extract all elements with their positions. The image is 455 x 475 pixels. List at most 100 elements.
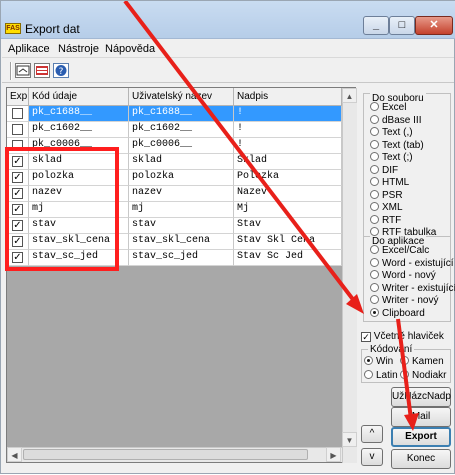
- radio-do_souboru-0[interactable]: Excel: [370, 102, 406, 114]
- radio-do_souboru-1[interactable]: dBase III: [370, 114, 421, 127]
- radio-icon: [364, 356, 373, 365]
- cell-name[interactable]: pk_c0006__: [129, 138, 234, 154]
- cell-name[interactable]: sklad: [129, 154, 234, 170]
- row-checkbox-cell[interactable]: [7, 122, 29, 138]
- group-kodovani-label: Kódování: [368, 344, 415, 355]
- radio-do_souboru-9[interactable]: RTF: [370, 214, 401, 227]
- cell-title[interactable]: Nazev: [234, 186, 342, 202]
- header-exp[interactable]: Exp: [7, 88, 29, 106]
- radio-label: Text (,): [382, 127, 413, 138]
- radio-do_souboru-2[interactable]: Text (,): [370, 127, 413, 139]
- group-kodovani: Kódování Win Kamen Latin Nodiakr: [361, 344, 451, 383]
- cell-name[interactable]: pk_c1688__: [129, 106, 234, 122]
- radio-do_souboru-5[interactable]: DIF: [370, 164, 399, 177]
- encoding-kamen[interactable]: Kamen: [400, 356, 444, 368]
- encoding-win[interactable]: Win: [364, 356, 393, 368]
- radio-do_aplikace-3[interactable]: Writer - existující: [370, 282, 455, 295]
- export-icon[interactable]: [15, 63, 31, 78]
- scroll-down-icon[interactable]: ▼: [342, 432, 357, 447]
- horizontal-scrollbar[interactable]: ◀ ▶: [7, 447, 342, 462]
- row-checkbox-cell[interactable]: [7, 106, 29, 122]
- cell-name[interactable]: nazev: [129, 186, 234, 202]
- radio-icon: [400, 356, 409, 365]
- menu-napoveda[interactable]: Nápověda: [105, 43, 155, 55]
- radio-do_aplikace-2[interactable]: Word - nový: [370, 270, 436, 282]
- export-button[interactable]: Export: [391, 427, 451, 447]
- check-icon: ✓: [361, 332, 371, 342]
- cell-title[interactable]: Mj: [234, 202, 342, 218]
- cell-name[interactable]: stav_sc_jed: [129, 250, 234, 266]
- cell-name[interactable]: pk_c1602__: [129, 122, 234, 138]
- cell-title[interactable]: Stav: [234, 218, 342, 234]
- title-bar[interactable]: FAS Export dat _ □ ✕: [1, 1, 455, 39]
- radio-label: DIF: [382, 164, 399, 176]
- header-kod[interactable]: Kód údaje: [29, 88, 129, 106]
- encoding-latin[interactable]: Latin: [364, 370, 398, 382]
- cell-name[interactable]: polozka: [129, 170, 234, 186]
- konec-button[interactable]: Konec: [391, 449, 451, 469]
- cell-title[interactable]: !: [234, 106, 342, 122]
- radio-icon: [370, 139, 379, 149]
- radio-label: Excel: [382, 102, 407, 113]
- radio-label: Writer - existující: [382, 282, 455, 294]
- table-row[interactable]: pk_c1688__ pk_c1688__!: [7, 106, 357, 122]
- cell-title[interactable]: !: [234, 138, 342, 154]
- radio-icon: [370, 164, 379, 174]
- encoding-nodiakr[interactable]: Nodiakr: [400, 370, 446, 382]
- radio-do_aplikace-4[interactable]: Writer - nový: [370, 295, 439, 307]
- scroll-thumb[interactable]: [23, 449, 308, 460]
- window-title: Export dat: [25, 22, 80, 36]
- radio-icon: [370, 214, 379, 224]
- scroll-up-icon[interactable]: ▲: [342, 88, 357, 103]
- header-nadpis[interactable]: Nadpis: [234, 88, 342, 106]
- encoding-win-label: Win: [376, 356, 394, 367]
- cell-code[interactable]: pk_c1688__: [29, 106, 129, 122]
- cell-name[interactable]: stav_skl_cena: [129, 234, 234, 250]
- cell-name[interactable]: stav: [129, 218, 234, 234]
- cell-code[interactable]: pk_c1602__: [29, 122, 129, 138]
- radio-icon: [370, 227, 379, 236]
- export-window: FAS Export dat _ □ ✕ Aplikace Nástroje N…: [0, 0, 455, 474]
- radio-do_souboru-8[interactable]: XML: [370, 202, 403, 214]
- toolbar: ?: [2, 59, 454, 83]
- radio-icon: [370, 307, 379, 317]
- help-icon[interactable]: ?: [53, 63, 69, 78]
- maximize-button[interactable]: □: [389, 16, 415, 35]
- radio-do_aplikace-1[interactable]: Word - existující: [370, 257, 454, 270]
- uz-nadp-button[interactable]: UžNázcNadp: [391, 387, 451, 407]
- radio-do_aplikace-5[interactable]: Clipboard: [370, 307, 425, 320]
- radio-do_souboru-3[interactable]: Text (tab): [370, 139, 424, 152]
- table-row[interactable]: pk_c1602__ pk_c1602__!: [7, 122, 357, 138]
- radio-do_souboru-6[interactable]: HTML: [370, 177, 409, 189]
- radio-icon: [364, 370, 373, 379]
- radio-label: Clipboard: [382, 307, 425, 319]
- checkbox[interactable]: [12, 108, 23, 119]
- cell-title[interactable]: Stav Skl Cena: [234, 234, 342, 250]
- radio-icon: [370, 257, 379, 267]
- cell-name[interactable]: mj: [129, 202, 234, 218]
- vertical-scrollbar[interactable]: ▲ ▼: [342, 88, 357, 463]
- close-button[interactable]: ✕: [415, 16, 453, 35]
- menu-nastroje[interactable]: Nástroje: [58, 43, 99, 55]
- scroll-left-icon[interactable]: ◀: [7, 447, 22, 462]
- group-do-aplikace: Do aplikace Excel/Calc Word - existující W…: [363, 236, 455, 322]
- radio-do_souboru-7[interactable]: PSR: [370, 189, 403, 202]
- cell-title[interactable]: Stav Sc Jed: [234, 250, 342, 266]
- cell-title[interactable]: Sklad: [234, 154, 342, 170]
- scroll-right-icon[interactable]: ▶: [326, 447, 341, 462]
- move-up-button[interactable]: ^: [361, 425, 383, 443]
- table-icon[interactable]: [34, 63, 50, 78]
- cell-title[interactable]: Polozka: [234, 170, 342, 186]
- radio-do_aplikace-0[interactable]: Excel/Calc: [370, 245, 429, 257]
- minimize-button[interactable]: _: [363, 16, 389, 35]
- radio-do_souboru-4[interactable]: Text (;): [370, 152, 413, 164]
- cell-title[interactable]: !: [234, 122, 342, 138]
- field-grid[interactable]: Exp Kód údaje Uživatelský název Nadpis p…: [6, 87, 357, 463]
- menu-aplikace[interactable]: Aplikace: [8, 43, 50, 55]
- header-uzivatelsky-nazev[interactable]: Uživatelský název: [129, 88, 234, 106]
- mail-button[interactable]: Mail: [391, 407, 451, 427]
- radio-icon: [370, 202, 379, 211]
- include-headers-checkbox[interactable]: ✓ Včetně hlaviček: [361, 331, 444, 342]
- checkbox[interactable]: [12, 124, 23, 135]
- move-down-button[interactable]: v: [361, 448, 383, 466]
